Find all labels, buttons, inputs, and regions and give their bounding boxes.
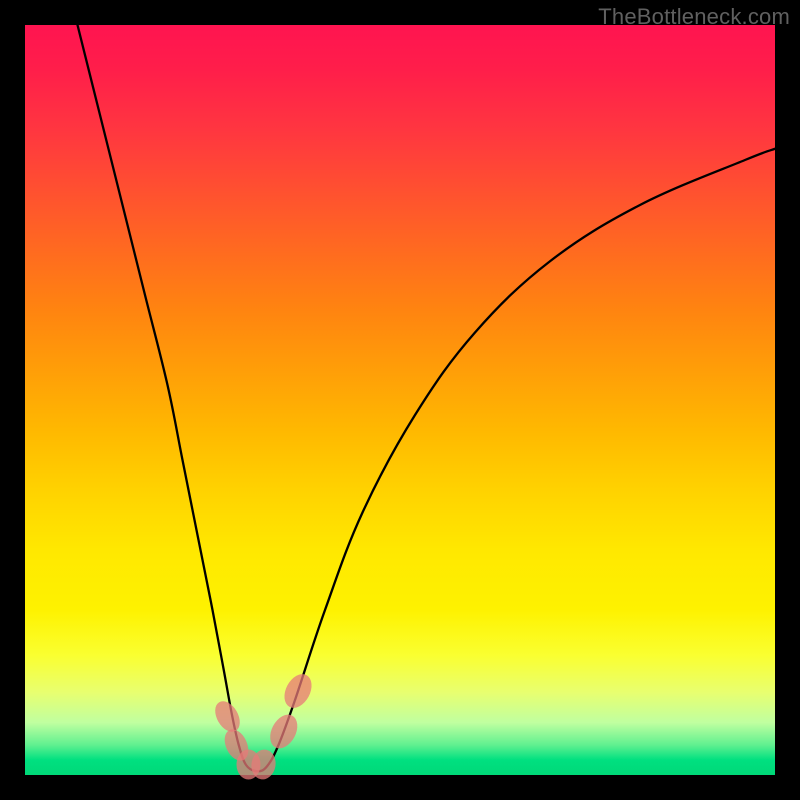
chart-svg <box>25 25 775 775</box>
m5 <box>265 710 303 753</box>
bottleneck-curve <box>78 25 776 771</box>
watermark-text: TheBottleneck.com <box>598 4 790 30</box>
m1 <box>210 697 245 736</box>
m6 <box>279 669 317 712</box>
